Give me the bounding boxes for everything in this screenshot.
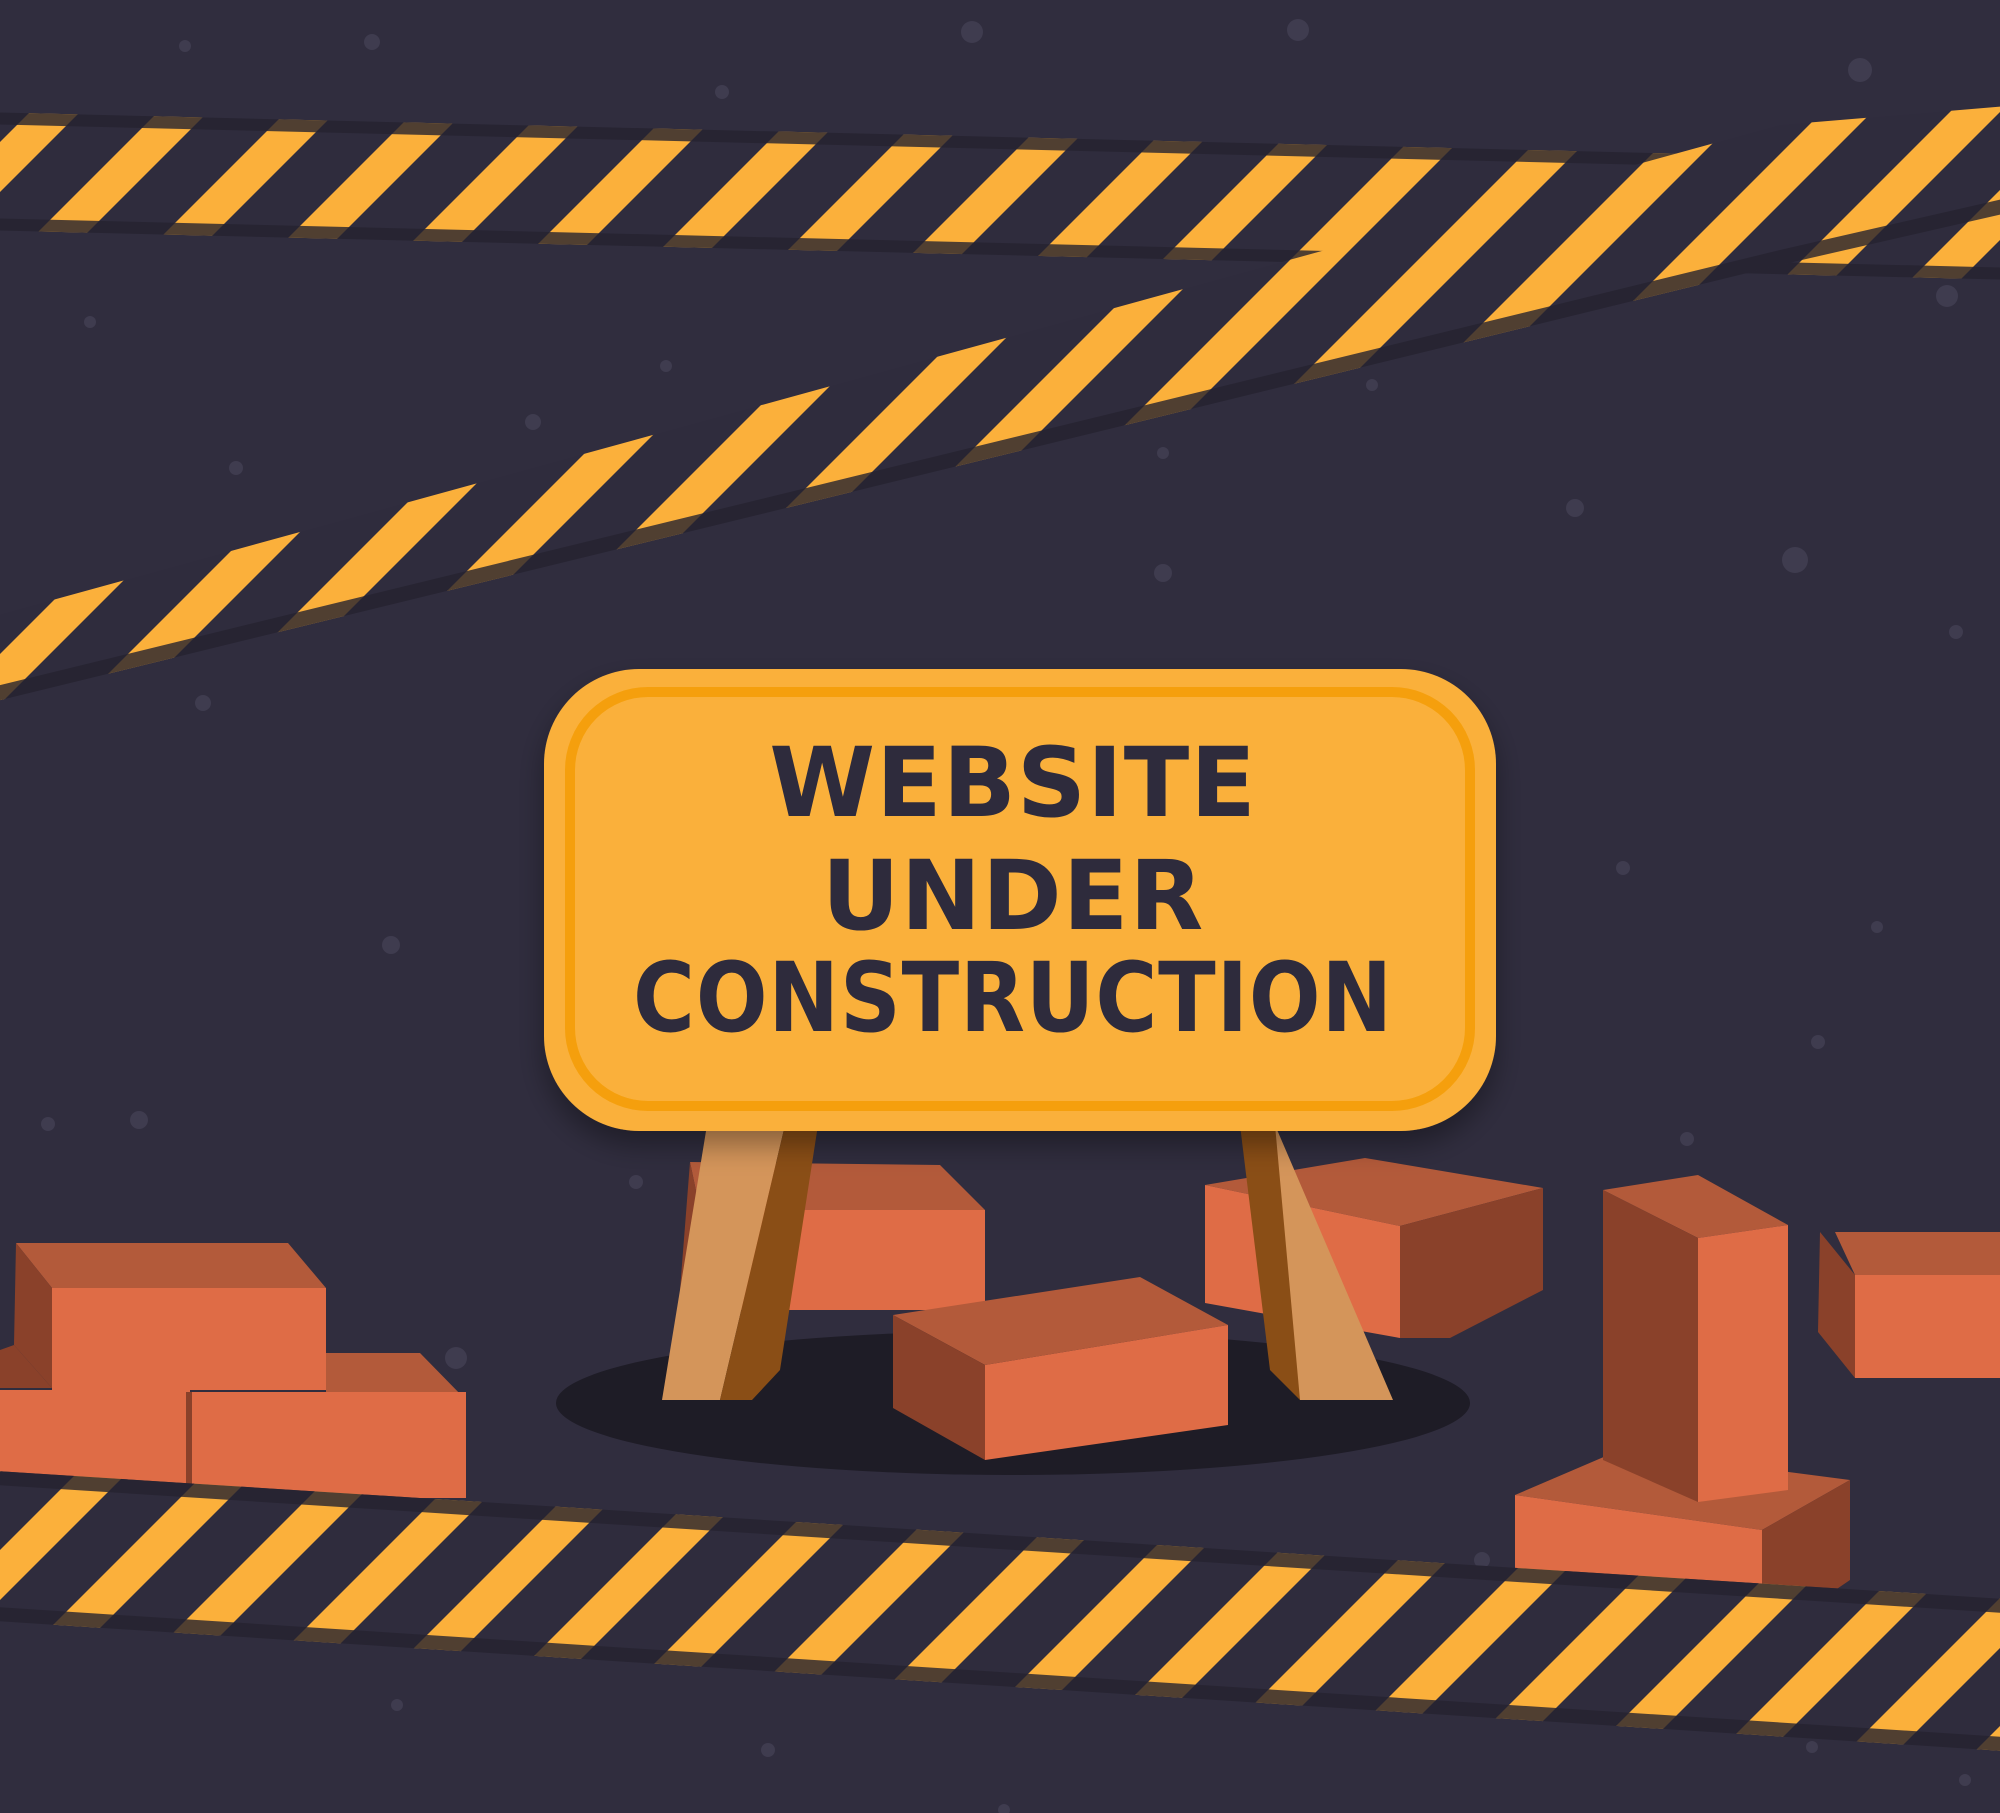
under-construction-illustration: WEBSITE UNDER CONSTRUCTION <box>0 0 2000 1813</box>
sign-line-construction: CONSTRUCTION <box>633 942 1393 1054</box>
sign-line-website: WEBSITE <box>769 727 1257 839</box>
sign-line-under: UNDER <box>822 840 1204 952</box>
